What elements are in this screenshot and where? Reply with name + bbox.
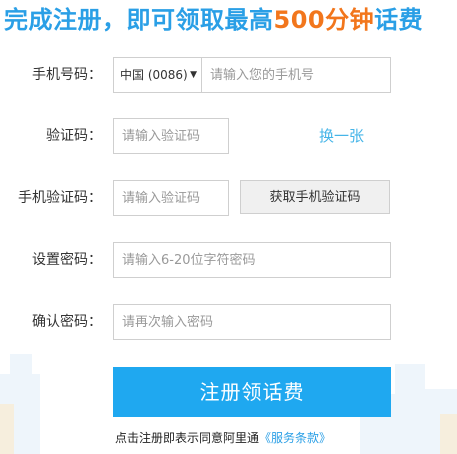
headline-suffix: 话费 — [374, 6, 424, 34]
promo-headline: 完成注册，即可领取最高500分钟话费 — [4, 4, 423, 36]
phone-row: 手机号码： 中国 (0086) ▼ — [0, 57, 457, 93]
captcha-field — [113, 118, 229, 154]
country-code-select[interactable]: 中国 (0086) ▼ — [114, 58, 202, 92]
confirm-password-input[interactable] — [114, 305, 390, 339]
registration-page: 完成注册，即可领取最高500分钟话费 手机号码： 中国 (0086) ▼ 验证码… — [0, 0, 457, 454]
password-input[interactable] — [114, 243, 390, 277]
sms-code-label: 手机验证码： — [18, 190, 102, 206]
phone-input[interactable] — [202, 58, 390, 92]
headline-text: 完成注册，即可领取最高 — [4, 6, 274, 34]
confirm-password-field — [113, 304, 391, 340]
agreement-prefix: 点击注册即表示同意阿里通 — [115, 431, 260, 445]
terms-of-service-link[interactable]: 《服务条款》 — [259, 431, 331, 445]
sms-code-row: 手机验证码： 获取手机验证码 — [0, 180, 457, 216]
phone-label: 手机号码： — [32, 67, 102, 83]
phone-field-group: 中国 (0086) ▼ — [113, 57, 391, 93]
captcha-label: 验证码： — [46, 128, 102, 144]
get-sms-code-button[interactable]: 获取手机验证码 — [240, 180, 390, 214]
password-label: 设置密码： — [32, 252, 102, 268]
agreement-text: 点击注册即表示同意阿里通《服务条款》 — [115, 428, 331, 448]
headline-highlight: 500分钟 — [273, 6, 375, 34]
confirm-password-label: 确认密码： — [32, 314, 102, 330]
register-submit-button[interactable]: 注册领话费 — [113, 367, 391, 417]
confirm-password-row: 确认密码： — [0, 304, 457, 340]
country-code-value: 中国 (0086) — [120, 68, 188, 82]
refresh-captcha-link[interactable]: 换一张 — [319, 118, 364, 154]
captcha-row: 验证码： 换一张 — [0, 118, 457, 154]
captcha-input[interactable] — [114, 119, 228, 153]
password-field — [113, 242, 391, 278]
password-row: 设置密码： — [0, 242, 457, 278]
sms-code-input[interactable] — [114, 181, 228, 215]
sms-code-field — [113, 180, 229, 216]
caret-down-icon: ▼ — [190, 70, 197, 80]
